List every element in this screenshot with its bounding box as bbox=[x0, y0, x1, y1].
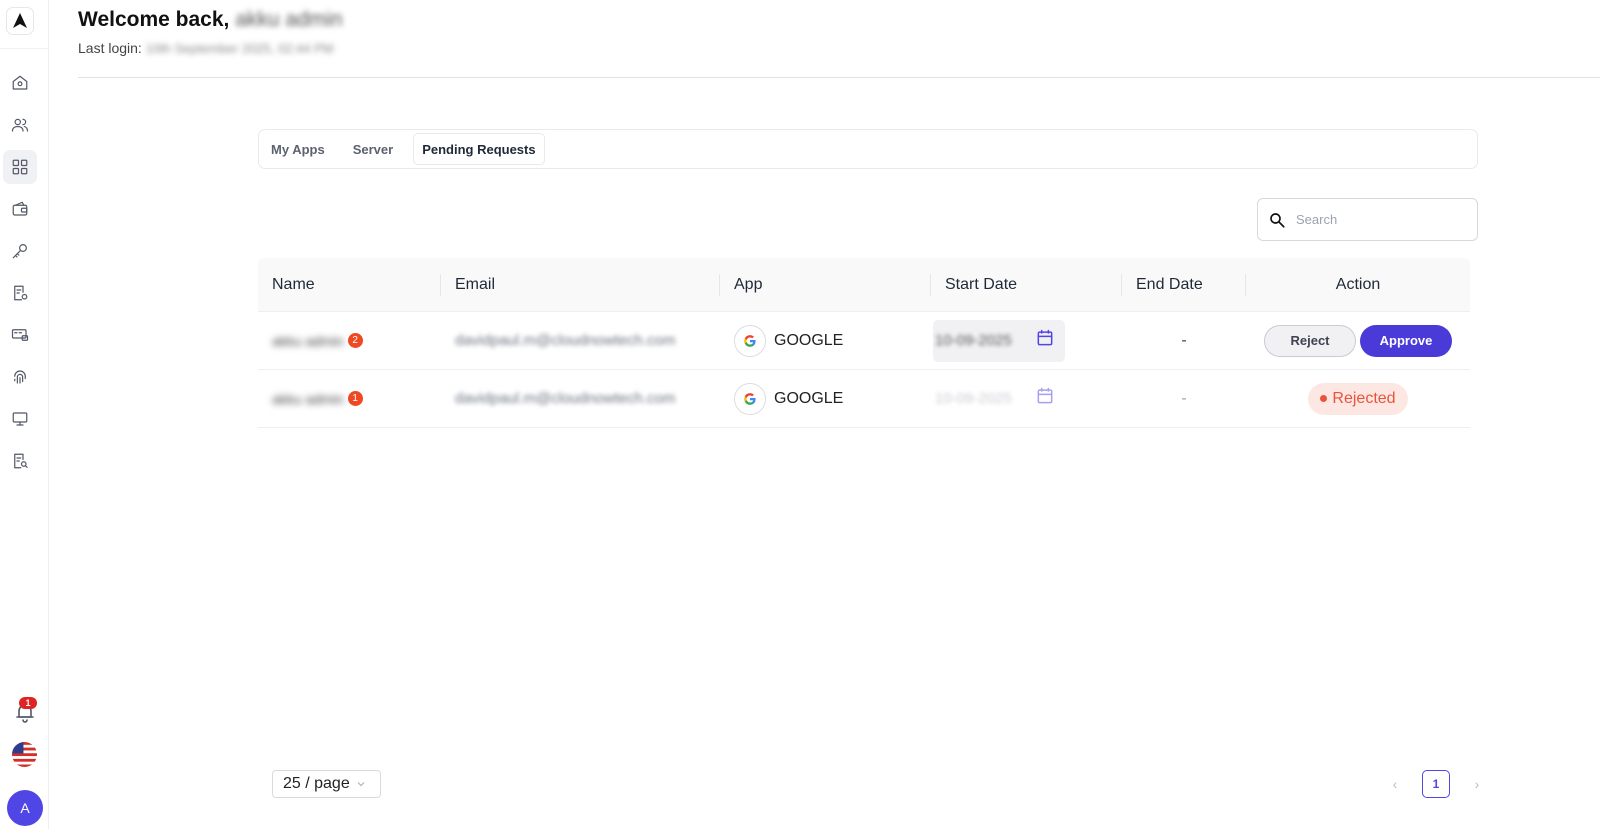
grid-icon bbox=[12, 159, 28, 175]
nav-keys[interactable] bbox=[3, 234, 37, 268]
welcome-user-name: akku admin bbox=[235, 8, 343, 31]
status-badge: Rejected bbox=[1308, 382, 1408, 415]
app-cell: GOOGLE bbox=[720, 370, 931, 427]
tab-pending-requests[interactable]: Pending Requests bbox=[413, 133, 545, 165]
welcome-prefix: Welcome back, bbox=[78, 8, 230, 31]
action-cell: Rejected bbox=[1246, 370, 1470, 427]
google-icon bbox=[734, 382, 766, 415]
start-date-value: 10-09-2025 bbox=[935, 332, 1012, 349]
tab-bar: My Apps Server Pending Requests bbox=[258, 129, 1478, 169]
requester-email: davidpaul.m@cloudnowtech.com bbox=[455, 332, 676, 349]
nav-monitor[interactable] bbox=[3, 402, 37, 436]
app-cell: GOOGLE bbox=[720, 312, 931, 369]
chevron-down-icon bbox=[357, 782, 365, 787]
table-row: akku admin 2 davidpaul.m@cloudnowtech.co… bbox=[258, 312, 1470, 370]
document-settings-icon bbox=[14, 285, 28, 301]
document-search-icon bbox=[14, 453, 28, 469]
column-header-email: Email bbox=[441, 258, 720, 311]
logo-divider bbox=[0, 48, 49, 49]
start-date-picker-disabled: 10-09-2025 bbox=[933, 378, 1065, 420]
users-icon bbox=[11, 118, 29, 132]
request-count-badge: 1 bbox=[347, 391, 363, 406]
sidebar: 1 A bbox=[0, 0, 49, 829]
calendar-icon bbox=[1035, 386, 1055, 411]
column-header-start-date: Start Date bbox=[931, 258, 1122, 311]
table-header: Name Email App Start Date End Date Actio… bbox=[258, 258, 1470, 312]
column-header-end-date: End Date bbox=[1122, 258, 1246, 311]
page-size-select[interactable]: 25 / page bbox=[272, 770, 381, 798]
page-number-button[interactable]: 1 bbox=[1422, 770, 1450, 798]
app-logo[interactable] bbox=[6, 7, 34, 35]
nav-biometric[interactable] bbox=[3, 360, 37, 394]
app-name: GOOGLE bbox=[774, 389, 844, 407]
column-header-app: App bbox=[720, 258, 931, 311]
nav-home[interactable] bbox=[3, 66, 37, 100]
requester-name: akku admin bbox=[272, 332, 344, 349]
monitor-icon bbox=[12, 412, 28, 426]
google-icon bbox=[734, 324, 766, 357]
us-flag-icon[interactable] bbox=[12, 742, 37, 767]
column-header-action: Action bbox=[1335, 275, 1381, 293]
search-icon bbox=[1270, 212, 1285, 228]
name-cell: akku admin 2 bbox=[258, 312, 441, 369]
app-name: GOOGLE bbox=[774, 331, 844, 349]
last-login: Last login: 10th September 2025, 02:44 P… bbox=[78, 40, 343, 56]
email-cell: davidpaul.m@cloudnowtech.com bbox=[441, 370, 720, 427]
end-date-value: - bbox=[1181, 389, 1187, 407]
action-cell: Reject Approve bbox=[1246, 312, 1470, 369]
end-date-value: - bbox=[1181, 331, 1187, 349]
start-date-picker[interactable]: 10-09-2025 bbox=[933, 319, 1065, 362]
status-dot bbox=[1320, 395, 1328, 402]
user-avatar[interactable]: A bbox=[7, 790, 43, 826]
key-icon bbox=[12, 244, 27, 259]
next-page-button[interactable]: › bbox=[1462, 770, 1492, 798]
start-date-value: 10-09-2025 bbox=[935, 390, 1012, 407]
email-cell: davidpaul.m@cloudnowtech.com bbox=[441, 312, 720, 369]
request-count-badge: 2 bbox=[347, 333, 363, 348]
nav-reports[interactable] bbox=[3, 444, 37, 478]
notification-count-badge: 1 bbox=[19, 697, 37, 709]
nav-users[interactable] bbox=[3, 108, 37, 142]
tab-my-apps[interactable]: My Apps bbox=[263, 133, 333, 165]
page-size-value: 25 / page bbox=[283, 775, 350, 792]
pagination: ‹ 1 › bbox=[1380, 770, 1492, 798]
nav-policies[interactable] bbox=[3, 276, 37, 310]
start-date-cell: 10-09-2025 bbox=[931, 312, 1122, 369]
last-login-label: Last login: bbox=[78, 40, 142, 56]
previous-page-button[interactable]: ‹ bbox=[1380, 770, 1410, 798]
tab-server[interactable]: Server bbox=[345, 133, 401, 165]
reject-button[interactable]: Reject bbox=[1264, 324, 1356, 357]
nav-devices[interactable] bbox=[3, 318, 37, 352]
device-icon bbox=[11, 329, 29, 341]
requester-name: akku admin bbox=[272, 390, 344, 407]
welcome-heading: Welcome back, akku admin bbox=[78, 8, 343, 32]
wallet-icon bbox=[12, 201, 28, 216]
requests-table: Name Email App Start Date End Date Actio… bbox=[258, 258, 1470, 428]
last-login-value: 10th September 2025, 02:44 PM bbox=[145, 41, 334, 56]
approve-button[interactable]: Approve bbox=[1360, 324, 1452, 357]
calendar-icon bbox=[1035, 328, 1055, 353]
status-label: Rejected bbox=[1332, 389, 1396, 407]
end-date-cell: - bbox=[1122, 370, 1246, 427]
nav-wallet[interactable] bbox=[3, 192, 37, 226]
name-cell: akku admin 1 bbox=[258, 370, 441, 427]
page-header: Welcome back, akku admin Last login: 10t… bbox=[78, 8, 343, 56]
logo-icon bbox=[13, 13, 27, 28]
table-row: akku admin 1 davidpaul.m@cloudnowtech.co… bbox=[258, 370, 1470, 428]
end-date-cell: - bbox=[1122, 312, 1246, 369]
nav-apps[interactable] bbox=[3, 150, 37, 184]
header-divider bbox=[78, 77, 1600, 78]
fingerprint-icon bbox=[14, 370, 26, 384]
home-icon bbox=[12, 75, 28, 90]
column-header-name: Name bbox=[258, 258, 441, 311]
start-date-cell: 10-09-2025 bbox=[931, 370, 1122, 427]
search-box[interactable] bbox=[1257, 198, 1478, 241]
search-input[interactable] bbox=[1296, 212, 1466, 227]
requester-email: davidpaul.m@cloudnowtech.com bbox=[455, 390, 676, 407]
